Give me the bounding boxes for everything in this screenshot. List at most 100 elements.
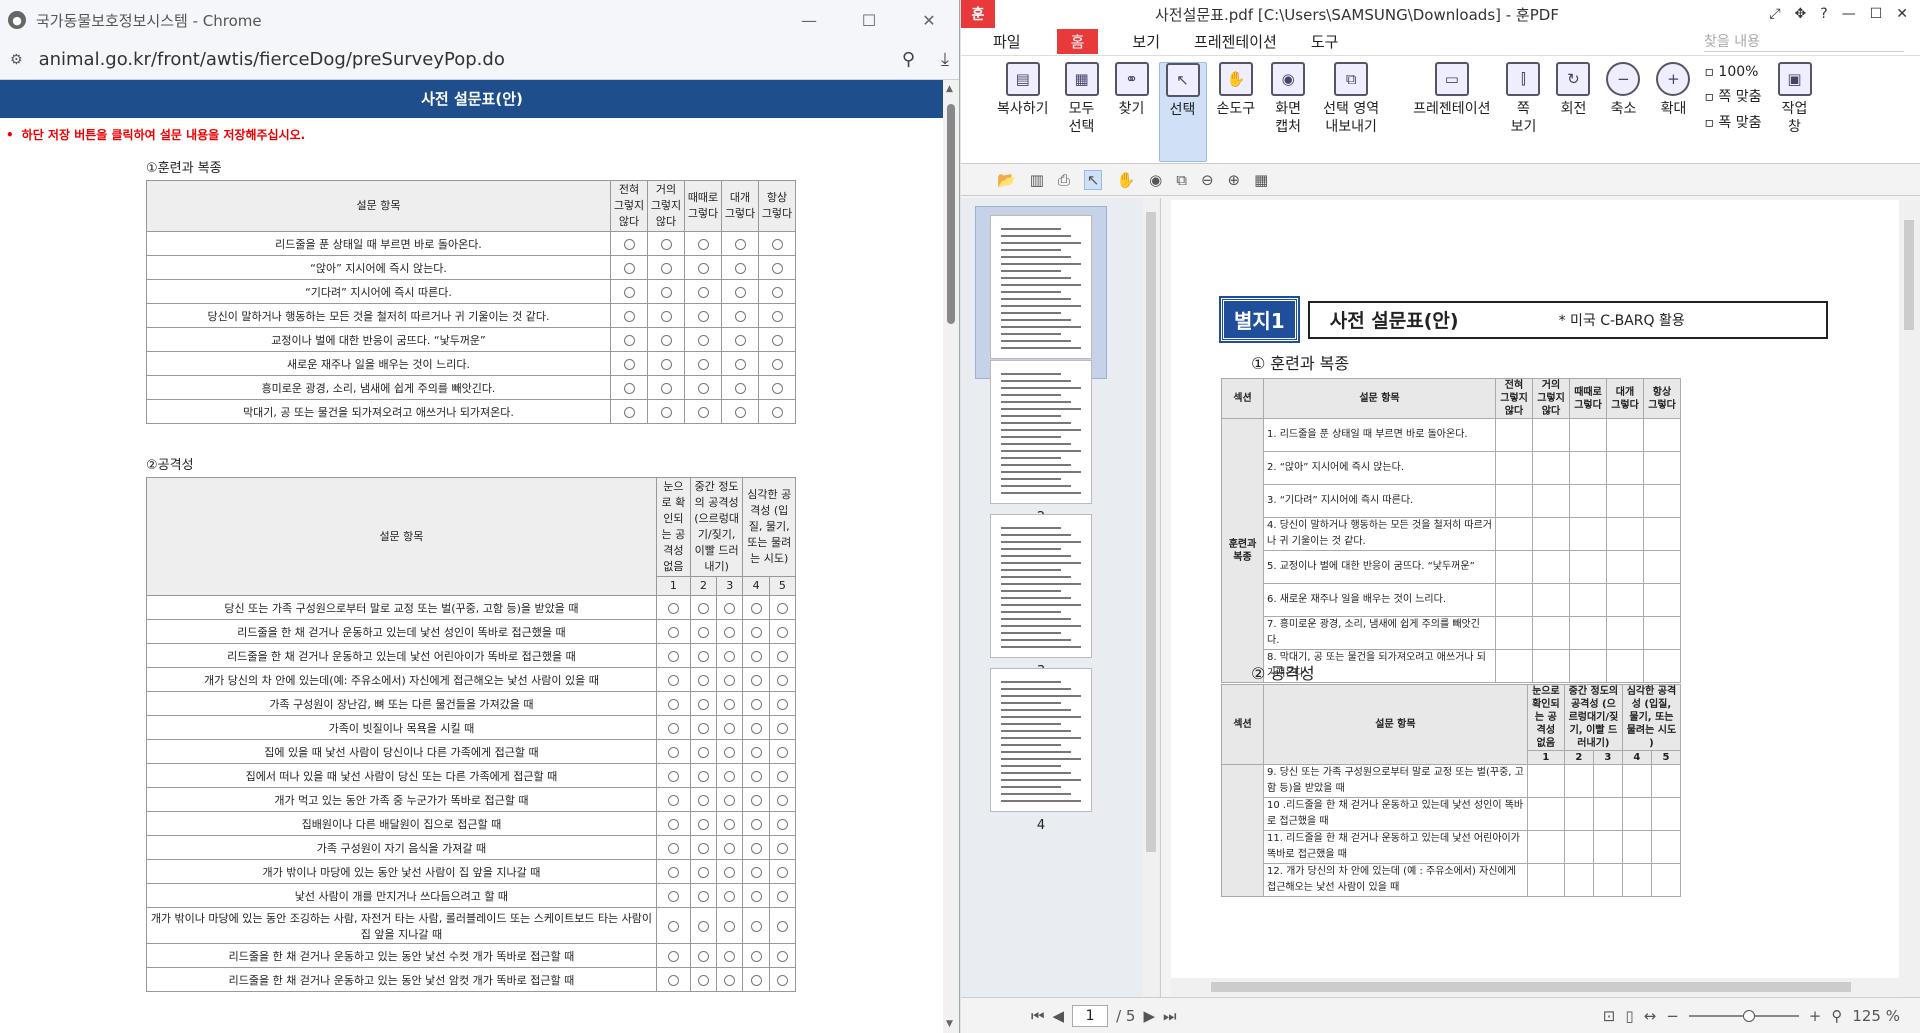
select-icon[interactable]: ↖ bbox=[1083, 169, 1103, 190]
radio-button[interactable] bbox=[734, 406, 746, 418]
radio-button[interactable] bbox=[750, 626, 762, 638]
radio-button[interactable] bbox=[750, 722, 762, 734]
radio-button[interactable] bbox=[698, 698, 709, 710]
radio-button[interactable] bbox=[698, 950, 709, 962]
radio-button[interactable] bbox=[734, 238, 746, 250]
radio-button[interactable] bbox=[698, 650, 709, 662]
zoom-out-icon[interactable]: ⊖ bbox=[1201, 171, 1214, 189]
print-icon[interactable]: ⎙ bbox=[1058, 171, 1070, 189]
copy-button[interactable]: ▤ 복사하기 bbox=[991, 62, 1055, 118]
radio-button[interactable] bbox=[776, 602, 788, 614]
radio-button[interactable] bbox=[660, 406, 672, 418]
radio-button[interactable] bbox=[698, 602, 709, 614]
radio-button[interactable] bbox=[698, 722, 709, 734]
page-thumbnail[interactable]: 2 bbox=[975, 360, 1107, 525]
radio-button[interactable] bbox=[776, 722, 788, 734]
radio-button[interactable] bbox=[660, 334, 672, 346]
url-text[interactable]: animal.go.kr/front/awtis/fierceDog/preSu… bbox=[39, 49, 505, 70]
page-input[interactable]: 1 bbox=[1072, 1004, 1109, 1027]
radio-button[interactable] bbox=[750, 818, 762, 830]
radio-button[interactable] bbox=[697, 238, 709, 250]
radio-button[interactable] bbox=[697, 358, 709, 370]
radio-button[interactable] bbox=[776, 698, 788, 710]
radio-button[interactable] bbox=[698, 920, 709, 932]
radio-button[interactable] bbox=[734, 286, 746, 298]
fit-page-icon[interactable]: ▯ bbox=[1625, 1007, 1633, 1025]
radio-button[interactable] bbox=[771, 382, 783, 394]
radio-button[interactable] bbox=[667, 698, 679, 710]
thumbnail-icon[interactable]: ▦ bbox=[1254, 171, 1268, 189]
radio-button[interactable] bbox=[698, 626, 709, 638]
radio-button[interactable] bbox=[698, 674, 709, 686]
radio-button[interactable] bbox=[660, 310, 672, 322]
radio-button[interactable] bbox=[724, 746, 736, 758]
presentation-button[interactable]: ▭ 프레젠테이션 bbox=[1407, 62, 1496, 118]
radio-button[interactable] bbox=[776, 818, 788, 830]
radio-button[interactable] bbox=[724, 974, 736, 986]
help-icon[interactable]: ? bbox=[1820, 6, 1827, 22]
download-icon[interactable]: ⤓ bbox=[941, 49, 949, 70]
radio-button[interactable] bbox=[724, 722, 736, 734]
radio-button[interactable] bbox=[667, 746, 679, 758]
radio-button[interactable] bbox=[734, 358, 746, 370]
radio-button[interactable] bbox=[667, 818, 679, 830]
radio-button[interactable] bbox=[660, 286, 672, 298]
radio-button[interactable] bbox=[698, 770, 709, 782]
radio-button[interactable] bbox=[776, 770, 788, 782]
radio-button[interactable] bbox=[697, 382, 709, 394]
minimize-icon[interactable]: — bbox=[779, 11, 839, 30]
maximize-icon[interactable]: ☐ bbox=[839, 11, 899, 30]
radio-button[interactable] bbox=[660, 358, 672, 370]
radio-button[interactable] bbox=[667, 866, 679, 878]
site-info-icon[interactable]: ⚙ bbox=[10, 52, 23, 68]
radio-button[interactable] bbox=[750, 866, 762, 878]
radio-button[interactable] bbox=[771, 406, 783, 418]
menu-home[interactable]: 홈 bbox=[1056, 29, 1099, 54]
radio-button[interactable] bbox=[698, 890, 709, 902]
scroll-thumb[interactable] bbox=[1146, 212, 1156, 852]
fit-width-icon[interactable]: ↔ bbox=[1644, 1007, 1657, 1025]
maximize-icon[interactable]: ☐ bbox=[1870, 6, 1883, 22]
radio-button[interactable] bbox=[660, 238, 672, 250]
radio-button[interactable] bbox=[734, 262, 746, 274]
radio-button[interactable] bbox=[667, 602, 679, 614]
radio-button[interactable] bbox=[776, 950, 788, 962]
search-input[interactable]: 찾을 내용 bbox=[1704, 31, 1904, 52]
radio-button[interactable] bbox=[750, 698, 762, 710]
radio-button[interactable] bbox=[724, 674, 736, 686]
radio-button[interactable] bbox=[750, 674, 762, 686]
close-icon[interactable]: ✕ bbox=[899, 11, 959, 30]
zoom-in-button[interactable]: + 확대 bbox=[1650, 62, 1696, 118]
page-scrollbar[interactable]: ▲ ▼ bbox=[943, 80, 959, 1033]
radio-button[interactable] bbox=[750, 974, 762, 986]
radio-button[interactable] bbox=[776, 650, 788, 662]
radio-button[interactable] bbox=[667, 722, 679, 734]
radio-button[interactable] bbox=[724, 950, 736, 962]
save-icon[interactable]: ▥ bbox=[1030, 171, 1044, 189]
radio-button[interactable] bbox=[771, 286, 783, 298]
radio-button[interactable] bbox=[750, 950, 762, 962]
scroll-down-icon[interactable]: ▼ bbox=[946, 1019, 953, 1029]
radio-button[interactable] bbox=[698, 746, 709, 758]
radio-button[interactable] bbox=[771, 334, 783, 346]
first-page-icon[interactable]: ⏮ bbox=[1031, 1007, 1045, 1025]
radio-button[interactable] bbox=[771, 238, 783, 250]
radio-button[interactable] bbox=[724, 602, 736, 614]
scroll-thumb[interactable] bbox=[1904, 220, 1914, 330]
zoom-in-icon[interactable]: + bbox=[1809, 1007, 1822, 1025]
radio-button[interactable] bbox=[750, 890, 762, 902]
radio-button[interactable] bbox=[776, 794, 788, 806]
radio-button[interactable] bbox=[724, 890, 736, 902]
page-thumbnail[interactable]: 3 bbox=[975, 514, 1107, 679]
radio-button[interactable] bbox=[623, 358, 635, 370]
radio-button[interactable] bbox=[667, 974, 679, 986]
radio-button[interactable] bbox=[724, 650, 736, 662]
radio-button[interactable] bbox=[724, 920, 736, 932]
radio-button[interactable] bbox=[750, 650, 762, 662]
document-hscrollbar[interactable] bbox=[1171, 978, 1899, 996]
camera-icon[interactable]: ◉ bbox=[1149, 171, 1162, 189]
radio-button[interactable] bbox=[667, 650, 679, 662]
open-icon[interactable]: 📂 bbox=[997, 171, 1016, 189]
radio-button[interactable] bbox=[776, 842, 788, 854]
zoom-out-button[interactable]: − 축소 bbox=[1600, 62, 1646, 118]
